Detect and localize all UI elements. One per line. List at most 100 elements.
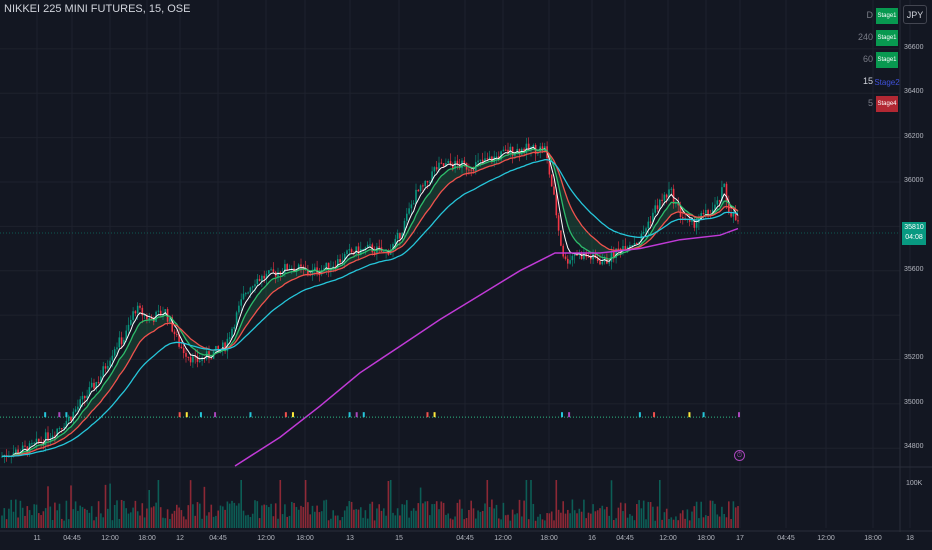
- candle-body: [136, 305, 139, 314]
- volume-bar: [141, 503, 144, 528]
- candle-body: [173, 331, 176, 335]
- stage-row: 60 Stage1: [850, 52, 900, 68]
- signal-marker: [638, 412, 641, 418]
- candle-body: [86, 395, 88, 399]
- volume-bar: [130, 512, 132, 528]
- candle-body: [47, 432, 49, 441]
- volume-bar: [633, 520, 636, 528]
- candle-body: [93, 382, 95, 389]
- candle-body: [557, 215, 560, 231]
- volume-bar: [617, 507, 620, 528]
- candle-body: [111, 355, 114, 361]
- volume-bar: [486, 480, 489, 528]
- bar-countdown: 04:08: [905, 234, 923, 241]
- candle-body: [187, 356, 190, 358]
- candle-body: [270, 269, 272, 271]
- pane-separators: [0, 0, 932, 532]
- volume-bar: [17, 517, 19, 528]
- volume-bar: [162, 517, 164, 528]
- volume-bar: [72, 509, 75, 528]
- signal-marker: [291, 412, 294, 418]
- stage-timeframe: 5: [867, 98, 873, 108]
- candle-body: [24, 445, 26, 447]
- time-tick-label: 12:00: [659, 535, 677, 542]
- volume-bar: [107, 508, 109, 528]
- currency-button[interactable]: JPY: [903, 5, 927, 24]
- volume-bar: [571, 499, 574, 528]
- candle-body: [157, 310, 160, 312]
- moving-average-line: [1, 148, 739, 457]
- volume-bar: [348, 501, 351, 528]
- candle-body: [422, 185, 424, 187]
- volume-bar: [332, 510, 334, 528]
- volume-bar: [599, 508, 601, 528]
- volume-bar: [256, 501, 259, 528]
- symbol-title[interactable]: NIKKEI 225 MINI FUTURES, 15, OSE: [4, 3, 190, 15]
- candle-body: [286, 264, 288, 270]
- candle-body: [649, 221, 652, 223]
- stage-badge: Stage1: [876, 8, 898, 24]
- volume-bar: [339, 520, 341, 528]
- volume-bar: [111, 520, 114, 528]
- candle-body: [228, 337, 231, 339]
- volume-bar: [452, 519, 454, 528]
- volume-bar: [580, 511, 583, 528]
- volume-bar: [297, 509, 300, 528]
- volume-bar: [594, 511, 597, 528]
- volume-bar: [143, 517, 146, 528]
- candle-body: [656, 205, 659, 210]
- volume-bar: [318, 512, 321, 528]
- volume-bar: [631, 515, 633, 528]
- volume-bar: [419, 487, 422, 528]
- volume-bar: [709, 500, 712, 528]
- candle-body: [633, 242, 636, 245]
- chart-canvas[interactable]: [0, 0, 932, 550]
- volume-bar: [488, 506, 491, 528]
- stage-timeframe: 60: [862, 54, 873, 64]
- volume-bar: [504, 515, 507, 528]
- candle-body: [670, 188, 673, 190]
- volume-bar: [302, 507, 305, 528]
- candle-body: [348, 249, 351, 251]
- volume-bar: [541, 519, 544, 528]
- last-price-value: 35810: [904, 224, 924, 231]
- volume-bar: [498, 518, 500, 528]
- candle-body: [258, 278, 261, 282]
- volume-bar: [330, 518, 332, 528]
- volume-bar: [97, 501, 100, 528]
- clock-alert-icon[interactable]: ⏱: [734, 450, 745, 461]
- volume-bar: [125, 508, 127, 528]
- price-tick-label: 36400: [904, 88, 924, 96]
- volume-bar: [265, 505, 268, 528]
- volume-bar: [293, 502, 295, 528]
- volume-bar: [238, 503, 240, 528]
- candle-body: [440, 162, 443, 164]
- candle-body: [254, 284, 256, 287]
- stage-row: 240 Stage1: [850, 30, 900, 46]
- candle-body: [355, 246, 357, 254]
- candle-body: [663, 194, 666, 201]
- volume-bars: [1, 480, 739, 528]
- volume-bar: [364, 510, 367, 528]
- volume-bar: [387, 480, 390, 528]
- volume-bar: [362, 517, 364, 528]
- candle-body: [723, 183, 725, 188]
- candle-body: [631, 244, 633, 246]
- signal-marker: [362, 412, 365, 418]
- signal-marker: [433, 412, 436, 418]
- volume-bar: [734, 507, 737, 528]
- candle-body: [90, 382, 93, 388]
- volume-bar: [139, 515, 141, 528]
- signal-marker: [688, 412, 691, 418]
- volume-bar: [120, 499, 123, 528]
- candle-body: [118, 337, 121, 348]
- candle-body: [587, 256, 590, 258]
- volume-bar: [320, 511, 323, 528]
- volume-bar: [263, 504, 265, 528]
- volume-bar: [516, 513, 518, 528]
- candle-body: [463, 160, 466, 163]
- signal-marker: [185, 412, 188, 418]
- candle-body: [113, 349, 116, 356]
- volume-bar: [136, 511, 139, 528]
- signal-marker: [653, 412, 656, 418]
